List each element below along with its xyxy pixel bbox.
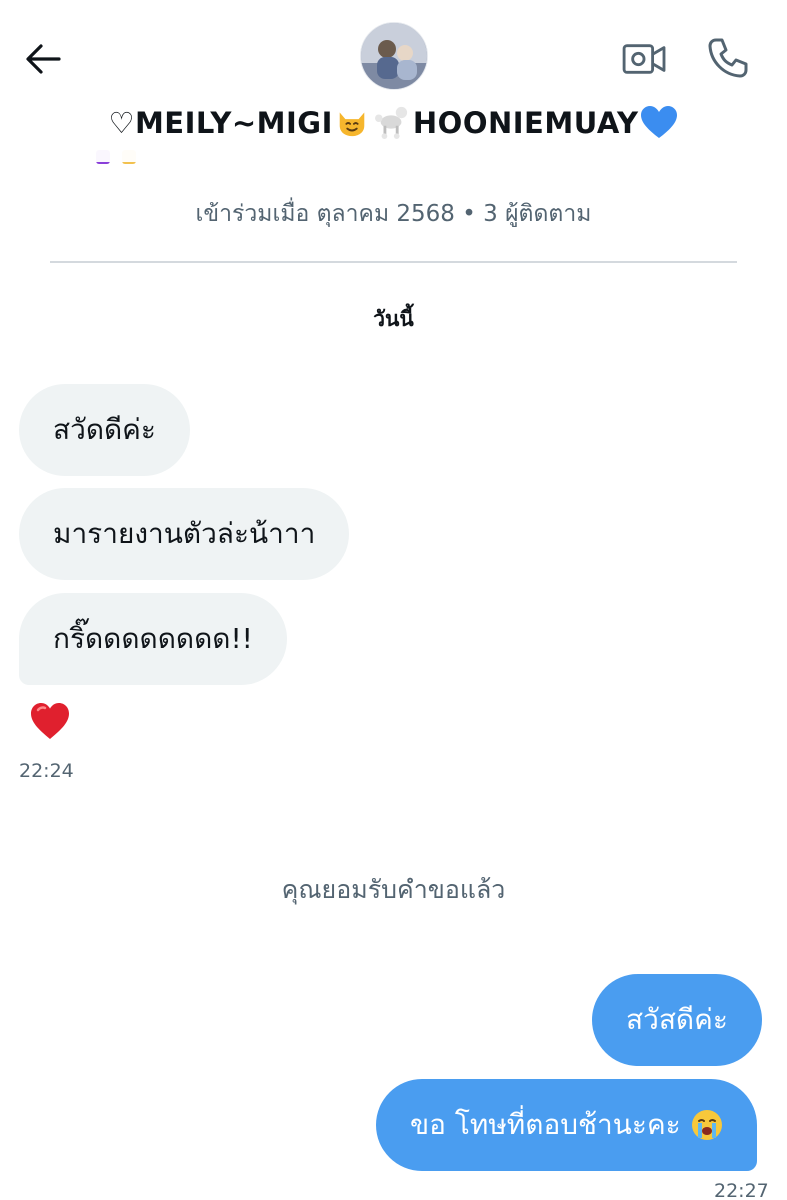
join-info: เข้าร่วมเมื่อ ตุลาคม 2568 • 3 ผู้ติดตาม	[195, 201, 592, 227]
video-call-icon	[622, 44, 666, 74]
message-text: กริ๊ดดดดดดดด!!	[53, 622, 253, 655]
message-timestamp: 22:27	[714, 1180, 769, 1200]
outgoing-message[interactable]: ขอ โทษที่ตอบช้านะคะ	[376, 1079, 757, 1171]
blue-heart-icon	[640, 106, 677, 138]
chat-title: ♡MEILY~MIGI HOONIEMUAY	[0, 104, 787, 140]
phone-call-button[interactable]	[703, 33, 753, 83]
message-text: มารายงานตัวล่ะน้าาา	[53, 517, 316, 550]
heart-outline-icon: ♡	[108, 106, 135, 140]
video-call-button[interactable]	[620, 36, 670, 82]
name-part-2: HOONIEMUAY	[412, 106, 639, 140]
date-label: วันนี้	[373, 307, 414, 331]
back-arrow-icon	[26, 44, 61, 74]
smiling-cat-icon	[339, 112, 365, 137]
system-note: คุณยอมรับคำขอแล้ว	[281, 875, 506, 904]
loudly-crying-face-icon	[691, 1109, 723, 1141]
incoming-message[interactable]: สวัดดีค่ะ	[19, 384, 190, 476]
back-button[interactable]	[20, 36, 66, 82]
message-text: สวัสดีค่ะ	[626, 1003, 728, 1036]
message-text: ขอ โทษที่ตอบช้านะคะ	[410, 1108, 681, 1141]
phone-icon	[708, 38, 748, 78]
divider	[50, 261, 737, 263]
avatar[interactable]	[360, 22, 428, 90]
outgoing-message[interactable]: สวัสดีค่ะ	[592, 974, 762, 1066]
message-text: สวัดดีค่ะ	[53, 413, 156, 446]
dm-conversation-screen: เข้าร่วมเมื่อ ตุลาคม 2568 • 3 ผู้ติดตาม …	[0, 0, 787, 1200]
name-part-1: MEILY~MIGI	[134, 106, 333, 140]
conversation-header: ♡MEILY~MIGI HOONIEMUAY	[0, 0, 787, 162]
red-heart-icon[interactable]	[28, 700, 72, 742]
incoming-message[interactable]: กริ๊ดดดดดดดด!!	[19, 593, 287, 685]
incoming-message[interactable]: มารายงานตัวล่ะน้าาา	[19, 488, 350, 580]
message-timestamp: 22:24	[19, 760, 74, 782]
poodle-icon	[374, 106, 408, 139]
